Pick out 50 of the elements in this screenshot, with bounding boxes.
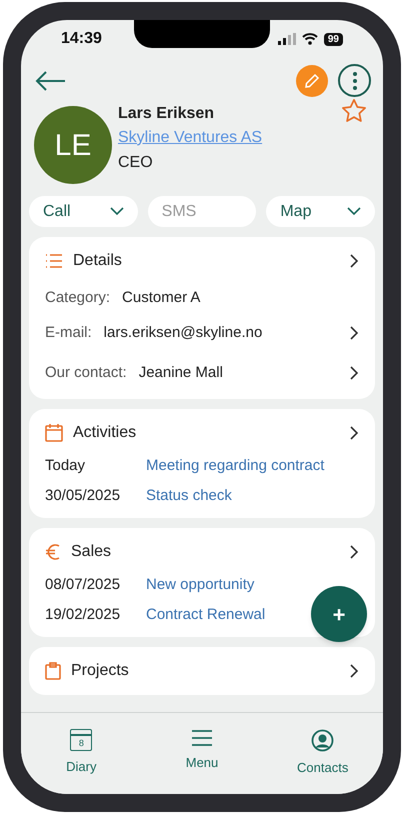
favorite-button[interactable] — [340, 97, 368, 125]
clipboard-icon — [45, 662, 61, 680]
item-link[interactable]: Status check — [146, 485, 232, 508]
action-button[interactable]: Map — [266, 196, 376, 227]
contact-name: Lars Eriksen — [118, 104, 216, 124]
calendar-icon: 8 — [70, 729, 92, 751]
more-button[interactable] — [338, 64, 371, 97]
status-time: 14:39 — [61, 29, 102, 49]
field-label: Category: — [45, 288, 110, 308]
section-title[interactable]: Sales — [71, 540, 112, 564]
signal-icon — [278, 33, 296, 45]
chevron-down-icon — [110, 207, 124, 216]
action-button[interactable]: Call — [29, 196, 138, 227]
item-link[interactable]: New opportunity — [146, 574, 254, 596]
back-arrow-icon — [35, 70, 67, 92]
chevron-right-icon — [349, 324, 359, 341]
chevron-right-icon — [349, 544, 359, 560]
field-value: Customer A — [122, 288, 202, 308]
job-title: CEO — [118, 153, 154, 173]
chevron-right-icon — [349, 424, 359, 440]
chevron-right-icon — [349, 662, 359, 678]
item-date: 08/07/2025 — [45, 574, 122, 594]
tab-bar-item[interactable]: 8 Diary — [21, 729, 142, 794]
field-label: E-mail: — [45, 322, 92, 342]
pencil-icon — [304, 72, 320, 88]
section-title[interactable]: Projects — [71, 658, 129, 682]
section-title[interactable]: Activities — [73, 420, 136, 444]
item-date: 30/05/2025 — [45, 486, 122, 506]
menu-icon — [191, 729, 213, 747]
field-label: Our contact: — [45, 363, 127, 383]
item-link[interactable]: Meeting regarding contract — [146, 454, 324, 477]
wifi-icon — [302, 33, 318, 45]
calendar-icon — [45, 423, 63, 442]
item-date: 19/02/2025 — [45, 605, 122, 625]
field-value[interactable]: Jeanine Mall — [138, 362, 349, 384]
chevron-right-icon — [349, 253, 359, 269]
battery-indicator: 99 — [324, 32, 343, 46]
star-icon — [340, 97, 368, 125]
field-value[interactable]: lars.eriksen@skyline.no — [104, 322, 349, 344]
chevron-right-icon — [349, 365, 359, 382]
avatar: LE — [34, 106, 112, 184]
chevron-down-icon — [347, 207, 362, 216]
list-icon — [45, 253, 63, 269]
user-icon — [311, 729, 334, 752]
section-title[interactable]: Details — [73, 249, 122, 273]
item-date: Today — [45, 456, 86, 476]
item-link[interactable]: Contract Renewal — [146, 604, 266, 626]
tab-bar-item[interactable]: Menu — [142, 729, 262, 794]
tab-bar-item[interactable]: Contacts — [262, 729, 383, 794]
euro-icon — [45, 542, 61, 560]
